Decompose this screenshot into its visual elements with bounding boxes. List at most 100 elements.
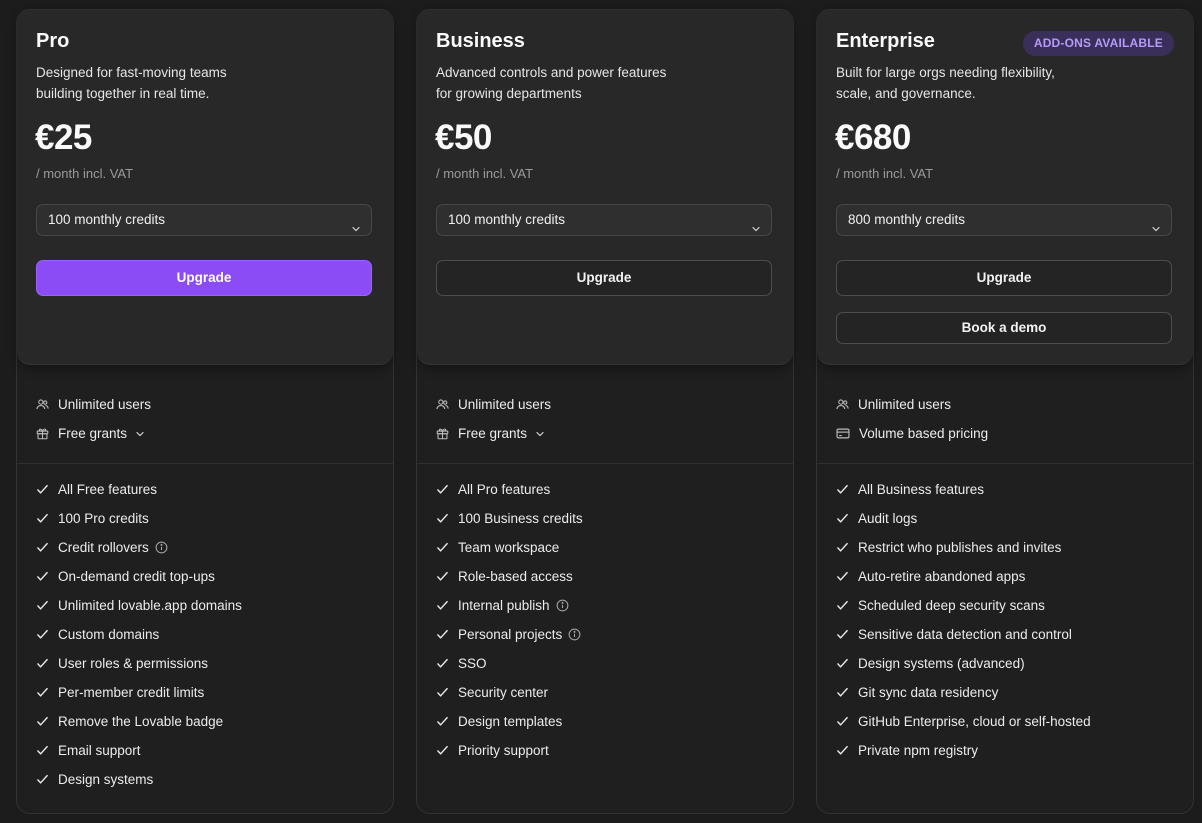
divider [17,463,393,464]
feature-item: Design systems (advanced) [836,654,1025,672]
feature-item: On-demand credit top-ups [36,567,215,585]
highlight-item: Volume based pricing [836,426,988,441]
check-icon [836,599,849,612]
credits-select[interactable]: 100 monthly credits [436,204,772,236]
upgrade-button[interactable]: Upgrade [36,260,372,296]
feature-label: Internal publish [458,597,550,613]
feature-item: Auto-retire abandoned apps [836,567,1025,585]
check-icon [36,715,49,728]
plan-card-pro: Pro Designed for fast-moving teams buildi… [16,9,394,814]
feature-label: Auto-retire abandoned apps [858,568,1026,584]
feature-item: Priority support [436,741,549,759]
highlight-item: Unlimited users [36,397,151,412]
check-icon [836,541,849,554]
feature-item: Personal projects [436,625,581,643]
check-icon [836,715,849,728]
plan-price: €680 [835,118,911,157]
info-icon[interactable] [155,541,168,554]
check-icon [36,541,49,554]
feature-label: All Free features [58,481,158,497]
feature-label: Design systems [58,771,154,787]
feature-label: Audit logs [858,510,918,526]
feature-label: Design systems (advanced) [858,655,1025,671]
feature-label: Personal projects [458,626,563,642]
check-icon [36,599,49,612]
book-demo-button[interactable]: Book a demo [836,312,1172,344]
check-icon [36,570,49,583]
plan-header: Pro Designed for fast-moving teams buildi… [17,10,393,365]
credits-select[interactable]: 800 monthly credits [836,204,1172,236]
feature-item: Audit logs [836,509,917,527]
check-icon [836,570,849,583]
feature-label: Custom domains [58,626,160,642]
feature-label: Restrict who publishes and invites [858,539,1062,555]
feature-item: All Pro features [436,480,550,498]
feature-label: Scheduled deep security scans [858,597,1045,613]
plan-price: €50 [435,118,492,157]
chevron-down-icon [1151,215,1161,232]
feature-label: Design templates [458,713,563,729]
plan-description: Advanced controls and power features for… [436,65,667,101]
plan-card-business: Business Advanced controls and power feat… [416,9,794,814]
feature-item: Design templates [436,712,562,730]
highlight-label: Free grants [458,426,528,441]
feature-label: GitHub Enterprise, cloud or self-hosted [858,713,1091,729]
check-icon [836,686,849,699]
check-icon [436,512,449,525]
check-icon [436,599,449,612]
credits-select-value: 100 monthly credits [448,212,566,227]
upgrade-button[interactable]: Upgrade [436,260,772,296]
highlight-item[interactable]: Free grants [36,426,154,441]
check-icon [36,657,49,670]
check-icon [836,628,849,641]
check-icon [436,657,449,670]
upgrade-button[interactable]: Upgrade [836,260,1172,296]
check-icon [436,628,449,641]
feature-item: Scheduled deep security scans [836,596,1045,614]
chevron-down-icon [535,429,554,439]
check-icon [436,715,449,728]
highlight-label: Unlimited users [58,397,152,412]
feature-item: Restrict who publishes and invites [836,538,1061,556]
feature-label: Remove the Lovable badge [58,713,224,729]
credits-select[interactable]: 100 monthly credits [36,204,372,236]
plan-header: Business Advanced controls and power feat… [417,10,793,365]
feature-label: Role-based access [458,568,573,584]
feature-item: User roles & permissions [36,654,208,672]
feature-label: 100 Business credits [458,510,583,526]
chevron-down-icon [135,429,154,439]
highlight-item[interactable]: Free grants [436,426,554,441]
check-icon [836,512,849,525]
feature-item: Team workspace [436,538,559,556]
users-icon [36,398,58,411]
feature-label: 100 Pro credits [58,510,149,526]
card-icon [836,427,859,440]
feature-label: All Pro features [458,481,551,497]
check-icon [36,512,49,525]
users-icon [436,398,458,411]
check-icon [836,744,849,757]
feature-item: Design systems [36,770,153,788]
feature-item: Sensitive data detection and control [836,625,1072,643]
plan-price: €25 [35,118,92,157]
feature-item: Security center [436,683,548,701]
info-icon[interactable] [568,628,581,641]
check-icon [436,541,449,554]
plan-card-enterprise: Enterprise ADD-ONS AVAILABLE Built for lar… [816,9,1194,814]
chevron-down-icon [351,215,361,232]
plan-name: Pro [36,30,70,52]
feature-item: Credit rollovers [36,538,168,556]
feature-item: SSO [436,654,487,672]
check-icon [436,570,449,583]
info-icon[interactable] [556,599,569,612]
feature-label: On-demand credit top-ups [58,568,215,584]
feature-item: Git sync data residency [836,683,998,701]
feature-label: User roles & permissions [58,655,209,671]
price-period: / month incl. VAT [836,166,934,181]
feature-item: Internal publish [436,596,569,614]
credits-select-value: 800 monthly credits [848,212,966,227]
check-icon [36,686,49,699]
feature-label: Email support [58,742,141,758]
check-icon [36,773,49,786]
feature-item: 100 Business credits [436,509,583,527]
